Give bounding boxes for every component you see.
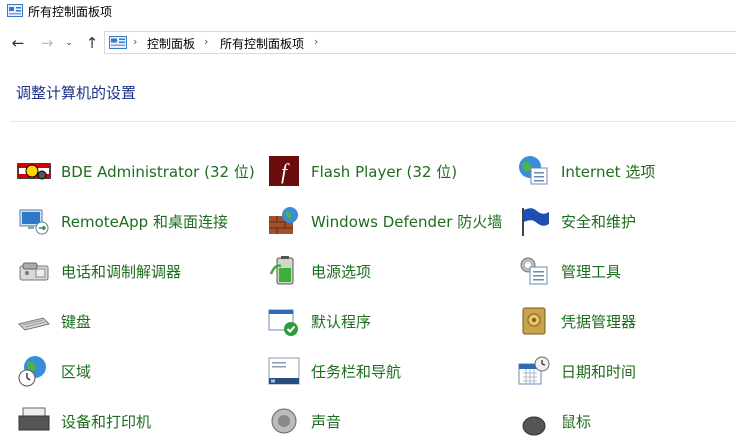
item-label[interactable]: 安全和维护 (561, 200, 736, 244)
item-label[interactable]: Windows Defender 防火墙 (311, 200, 507, 244)
item-power-options[interactable]: 电源选项 (267, 250, 507, 294)
breadcrumb-control-panel[interactable]: 控制面板 (147, 35, 195, 52)
globe-clock-icon (18, 356, 46, 387)
item-internet-options[interactable]: Internet 选项 (517, 150, 736, 194)
title-bar: 所有控制面板项 (0, 0, 736, 28)
item-devices-printers[interactable]: 设备和打印机 (17, 400, 257, 444)
breadcrumb-separator-icon[interactable]: › (133, 35, 137, 48)
arrow-right-icon: → (40, 34, 54, 52)
recent-locations-button[interactable]: ⌄ (62, 32, 76, 54)
item-sound[interactable]: 声音 (267, 400, 507, 444)
item-security-maintenance[interactable]: 安全和维护 (517, 200, 736, 244)
keyboard-icon (18, 317, 50, 331)
divider (10, 121, 736, 122)
printer-icon (18, 407, 50, 431)
item-label[interactable]: Flash Player (32 位) (311, 150, 507, 194)
firewall-icon (269, 207, 298, 234)
calendar-clock-icon (518, 356, 550, 385)
item-windows-defender-firewall[interactable]: Windows Defender 防火墙 (267, 200, 507, 244)
item-remoteapp[interactable]: RemoteApp 和桌面连接 (17, 200, 257, 244)
chevron-down-icon: ⌄ (65, 38, 73, 48)
item-region[interactable]: 区域 (17, 350, 257, 394)
mouse-icon (522, 416, 546, 436)
flash-player-icon: f (269, 156, 299, 186)
taskbar-icon (268, 357, 300, 385)
item-label[interactable]: 电源选项 (311, 250, 507, 294)
item-label[interactable]: 电话和调制解调器 (61, 250, 257, 294)
breadcrumb-separator-icon[interactable]: › (314, 35, 318, 48)
bde-admin-icon (17, 163, 51, 180)
control-panel-icon (7, 4, 23, 17)
item-label[interactable]: 区域 (61, 350, 257, 394)
arrow-left-icon: ← (11, 34, 25, 52)
navigation-bar: ← → ⌄ ↑ › 控制面板 › 所有控制面板项 › (0, 30, 736, 56)
item-label[interactable]: 鼠标 (561, 400, 736, 444)
credential-vault-icon (522, 307, 546, 335)
breadcrumb-separator-icon[interactable]: › (204, 35, 208, 48)
forward-button[interactable]: → (37, 32, 57, 54)
speaker-icon (271, 408, 297, 434)
item-flash-player[interactable]: f Flash Player (32 位) (267, 150, 507, 194)
up-button[interactable]: ↑ (82, 32, 102, 54)
address-bar[interactable]: › 控制面板 › 所有控制面板项 › (104, 31, 736, 54)
item-bde-administrator[interactable]: BDE Administrator (32 位) (17, 150, 257, 194)
item-label[interactable]: RemoteApp 和桌面连接 (61, 200, 257, 244)
item-taskbar-navigation[interactable]: 任务栏和导航 (267, 350, 507, 394)
page-heading: 调整计算机的设置 (16, 84, 137, 102)
item-label[interactable]: 凭据管理器 (561, 300, 736, 344)
item-label[interactable]: 日期和时间 (561, 350, 736, 394)
item-keyboard[interactable]: 键盘 (17, 300, 257, 344)
window-title: 所有控制面板项 (28, 5, 113, 19)
internet-options-icon (519, 156, 548, 185)
battery-icon (269, 256, 294, 285)
item-label[interactable]: 键盘 (61, 300, 257, 344)
item-label[interactable]: 任务栏和导航 (311, 350, 507, 394)
back-button[interactable]: ← (8, 32, 28, 54)
phone-modem-icon (19, 262, 49, 281)
breadcrumb-all-items[interactable]: 所有控制面板项 (220, 35, 304, 52)
item-label[interactable]: Internet 选项 (561, 150, 736, 194)
admin-tools-icon (520, 257, 548, 285)
flag-icon (522, 208, 549, 236)
item-default-programs[interactable]: 默认程序 (267, 300, 507, 344)
default-programs-icon (268, 309, 298, 336)
arrow-up-icon: ↑ (85, 34, 99, 52)
item-label[interactable]: BDE Administrator (32 位) (61, 150, 257, 194)
control-panel-icon (109, 36, 127, 49)
item-label[interactable]: 默认程序 (311, 300, 507, 344)
item-date-time[interactable]: 日期和时间 (517, 350, 736, 394)
item-label[interactable]: 设备和打印机 (61, 400, 257, 444)
remote-desktop-icon (19, 209, 49, 235)
item-admin-tools[interactable]: 管理工具 (517, 250, 736, 294)
item-phone-modem[interactable]: 电话和调制解调器 (17, 250, 257, 294)
item-mouse[interactable]: 鼠标 (517, 400, 736, 444)
item-label[interactable]: 管理工具 (561, 250, 736, 294)
item-credential-manager[interactable]: 凭据管理器 (517, 300, 736, 344)
item-label[interactable]: 声音 (311, 400, 507, 444)
